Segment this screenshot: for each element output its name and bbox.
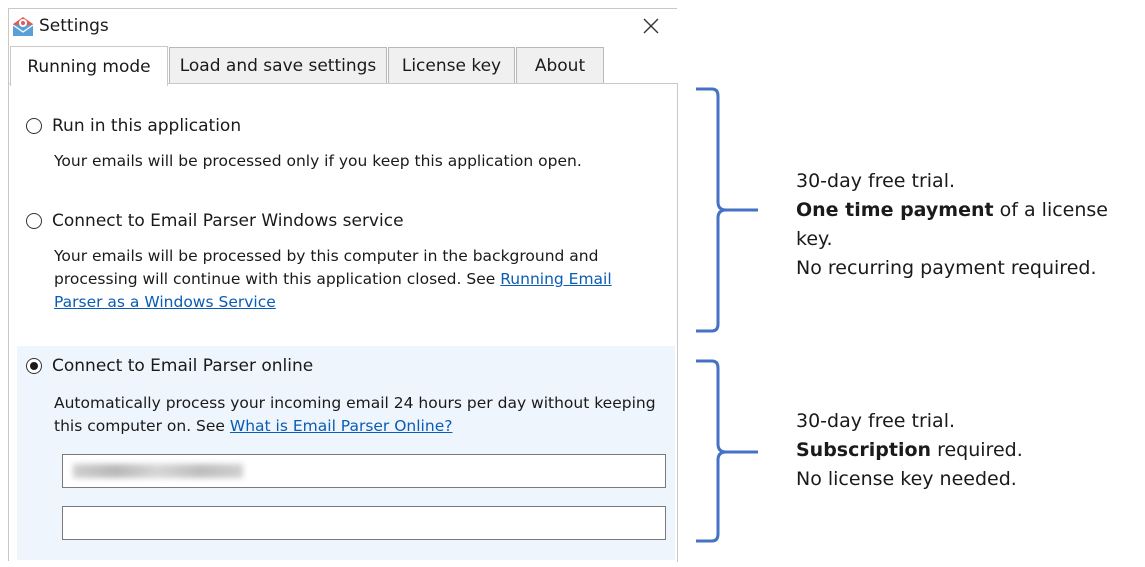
online-note-line3: No license key needed.	[796, 468, 1017, 490]
online-note-line2: Subscription required.	[796, 436, 1023, 465]
run-in-app-option[interactable]: Run in this application	[26, 116, 241, 136]
top-brace-icon	[696, 87, 758, 333]
windows-note-line1: 30-day free trial.	[796, 170, 956, 192]
redacted-email	[73, 464, 243, 478]
windows-note-line2: One time payment of a license key.	[796, 196, 1145, 254]
windows-service-option[interactable]: Connect to Email Parser Windows service	[26, 211, 404, 231]
tab-running-mode[interactable]: Running mode	[10, 46, 168, 86]
run-in-app-radio[interactable]	[26, 118, 42, 134]
settings-tabs: Running mode Load and save settings Lice…	[9, 46, 677, 87]
windows-service-label: Connect to Email Parser Windows service	[52, 211, 404, 231]
tab-license-key[interactable]: License key	[388, 47, 515, 83]
windows-note-bold: One time payment	[796, 199, 994, 221]
windows-mode-note: 30-day free trial. One time payment of a…	[796, 167, 1145, 283]
online-note-line1: 30-day free trial.	[796, 410, 956, 432]
online-label: Connect to Email Parser online	[52, 356, 314, 376]
online-note-rest: required.	[931, 439, 1023, 461]
close-icon	[643, 18, 659, 34]
online-option[interactable]: Connect to Email Parser online	[26, 356, 313, 376]
close-button[interactable]	[633, 11, 669, 41]
email-parser-app-icon	[12, 17, 34, 36]
running-mode-panel: Run in this application Your emails will…	[9, 83, 678, 562]
tab-about[interactable]: About	[516, 47, 604, 83]
run-in-app-label: Run in this application	[52, 116, 242, 136]
window-title: Settings	[39, 16, 109, 36]
password-input[interactable]	[62, 506, 666, 540]
online-help-link[interactable]: What is Email Parser Online?	[230, 417, 453, 435]
title-bar: Settings	[9, 9, 677, 43]
online-option-section: Connect to Email Parser online Automatic…	[17, 346, 675, 560]
windows-service-description: Your emails will be processed by this co…	[54, 245, 664, 314]
tab-load-and-save-settings[interactable]: Load and save settings	[169, 47, 387, 83]
windows-note-line3: No recurring payment required.	[796, 257, 1097, 279]
run-in-app-description: Your emails will be processed only if yo…	[54, 152, 582, 170]
email-input[interactable]	[62, 454, 666, 488]
online-note-bold: Subscription	[796, 439, 932, 461]
windows-service-radio[interactable]	[26, 213, 42, 229]
bottom-brace-icon	[696, 359, 758, 543]
online-mode-note: 30-day free trial. Subscription required…	[796, 407, 1023, 494]
online-radio[interactable]	[26, 358, 42, 374]
online-description: Automatically process your incoming emai…	[54, 392, 664, 438]
settings-window: Settings Running mode Load and save sett…	[8, 8, 678, 562]
